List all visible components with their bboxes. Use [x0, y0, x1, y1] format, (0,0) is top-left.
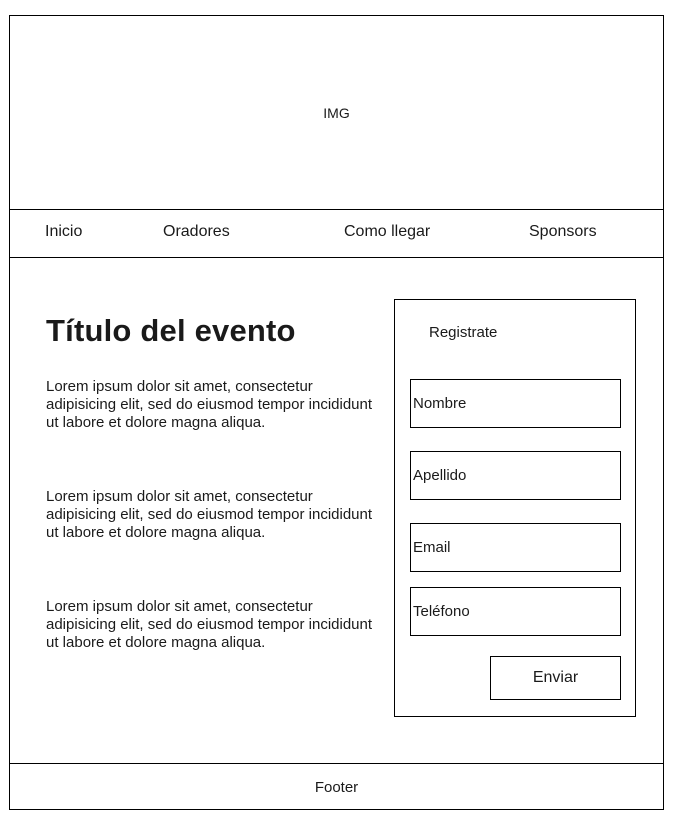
- nav-item-sponsors[interactable]: Sponsors: [529, 223, 597, 241]
- event-description-paragraph: Lorem ipsum dolor sit amet, consectetur …: [46, 598, 373, 651]
- page-frame: IMG Inicio Oradores Como llegar Sponsors…: [9, 15, 664, 810]
- hero-image-label: IMG: [323, 104, 350, 121]
- enviar-button[interactable]: Enviar: [490, 656, 621, 700]
- nav-item-como-llegar[interactable]: Como llegar: [344, 223, 430, 241]
- telefono-field[interactable]: [410, 587, 621, 636]
- hero-image-placeholder: IMG: [10, 16, 663, 210]
- email-field[interactable]: [410, 523, 621, 572]
- footer: Footer: [10, 763, 663, 811]
- main-nav: Inicio Oradores Como llegar Sponsors: [10, 209, 663, 258]
- nav-item-oradores[interactable]: Oradores: [163, 223, 230, 241]
- form-title: Registrate: [429, 324, 498, 341]
- footer-label: Footer: [314, 779, 359, 796]
- apellido-field[interactable]: [410, 451, 621, 500]
- registration-form: Registrate Enviar: [394, 299, 636, 717]
- nombre-field[interactable]: [410, 379, 621, 428]
- event-title: Título del evento: [46, 313, 296, 348]
- event-description-paragraph: Lorem ipsum dolor sit amet, consectetur …: [46, 488, 373, 541]
- event-description-paragraph: Lorem ipsum dolor sit amet, consectetur …: [46, 378, 373, 431]
- nav-item-inicio[interactable]: Inicio: [45, 223, 82, 241]
